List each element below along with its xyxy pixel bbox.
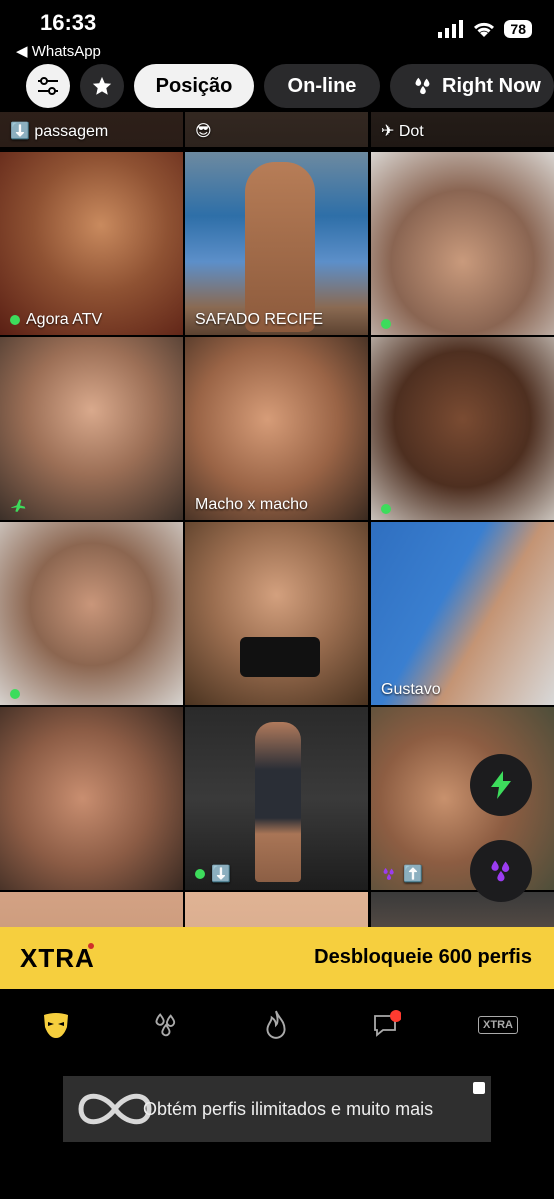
chat-icon xyxy=(374,1010,401,1037)
xtra-logo: XTRA xyxy=(20,943,95,973)
signal-icon xyxy=(438,20,464,38)
system-icons: 78 xyxy=(438,20,532,38)
profile-cell[interactable]: Agora ATV xyxy=(0,152,183,335)
xtra-tab-label: XTRA xyxy=(478,1016,518,1034)
profile-caption xyxy=(10,498,26,514)
profile-caption: Macho x macho xyxy=(195,496,308,514)
online-dot xyxy=(381,319,391,329)
profile-cell[interactable]: ⬇️ passagem xyxy=(0,112,183,147)
profile-caption xyxy=(381,504,391,514)
flame-icon xyxy=(266,1010,286,1039)
profile-cell[interactable] xyxy=(371,152,554,335)
ad-banner[interactable]: Obtém perfis ilimitados e muito mais xyxy=(63,1076,491,1142)
back-to-whatsapp-link[interactable]: ◀ WhatsApp xyxy=(16,42,101,60)
profile-cell[interactable] xyxy=(371,337,554,520)
xtra-upsell-banner[interactable]: XTRA Desbloqueie 600 perfis xyxy=(0,927,554,989)
drops-outline-icon xyxy=(155,1013,176,1037)
profile-name: Macho x macho xyxy=(195,496,308,513)
xtra-cta: Desbloqueie 600 perfis xyxy=(314,946,532,968)
profile-cell[interactable]: ⬇️ xyxy=(185,707,368,890)
profile-cell[interactable] xyxy=(0,337,183,520)
wifi-icon xyxy=(474,22,495,37)
filter-bar: Posição On-line Right Now xyxy=(0,62,554,112)
online-dot xyxy=(10,315,20,325)
profile-cell[interactable]: Macho x macho xyxy=(185,337,368,520)
profile-caption: Gustavo xyxy=(381,681,441,699)
filter-settings-button[interactable] xyxy=(26,64,70,108)
star-icon xyxy=(92,76,112,95)
profile-name: Agora ATV xyxy=(26,311,103,328)
profile-caption: ✈ Dot xyxy=(381,123,424,140)
sliders-icon xyxy=(38,77,58,95)
profile-cell[interactable] xyxy=(185,522,368,705)
lightning-icon xyxy=(491,771,511,799)
profile-name: SAFADO RECIFE xyxy=(195,311,324,328)
profile-cell[interactable]: ✈ Dot xyxy=(371,112,554,147)
profile-photo-figure xyxy=(255,722,301,882)
drops-icon xyxy=(383,868,394,880)
profile-status-badge: ⬇️ xyxy=(211,866,231,883)
profile-cell[interactable] xyxy=(0,522,183,705)
profile-cell[interactable] xyxy=(371,892,554,927)
grindr-mask-icon xyxy=(44,1013,68,1038)
profile-cell[interactable] xyxy=(185,892,368,927)
profile-photo-figure xyxy=(245,162,315,332)
tab-right-now[interactable] xyxy=(256,1005,296,1045)
filter-right-now-pill[interactable]: Right Now xyxy=(390,64,554,108)
drops-icon xyxy=(491,860,510,882)
ad-text: Obtém perfis ilimitados e muito mais xyxy=(143,1099,434,1119)
drops-icon xyxy=(415,77,430,95)
profile-photo-detail xyxy=(240,637,320,677)
plane-icon xyxy=(11,499,26,512)
profile-name: Gustavo xyxy=(381,681,441,698)
xtra-logo-dot xyxy=(88,943,94,949)
favorites-button[interactable] xyxy=(80,64,124,108)
right-now-label: Right Now xyxy=(442,74,541,97)
profile-caption: Agora ATV xyxy=(10,311,102,329)
profile-caption: 😎 xyxy=(195,123,212,140)
status-bar: 16:33 ◀ WhatsApp 78 xyxy=(0,0,554,62)
tab-xtra[interactable]: XTRA xyxy=(474,1005,522,1045)
profile-status-badge: ⬆️ xyxy=(403,866,423,883)
profile-cell[interactable]: Gustavo xyxy=(371,522,554,705)
profile-cell[interactable]: 😎 xyxy=(185,112,368,147)
battery-indicator: 78 xyxy=(504,20,532,38)
filter-online-pill[interactable]: On-line xyxy=(264,64,380,108)
profile-cell[interactable]: SAFADO RECIFE xyxy=(185,152,368,335)
right-now-button[interactable] xyxy=(470,840,532,902)
profile-cell[interactable] xyxy=(0,892,183,927)
clock: 16:33 xyxy=(40,10,97,35)
profile-cell[interactable] xyxy=(0,707,183,890)
filter-position-pill[interactable]: Posição xyxy=(134,64,254,108)
online-dot xyxy=(195,869,205,879)
profile-grid: ⬇️ passagem 😎 ✈ Dot Agora ATV SAFADO REC… xyxy=(0,112,554,927)
online-dot xyxy=(10,689,20,699)
profile-caption: ⬆️ xyxy=(381,864,423,884)
tab-interest[interactable] xyxy=(146,1005,186,1045)
profile-caption xyxy=(10,689,20,699)
tab-browse[interactable] xyxy=(36,1005,76,1045)
profile-caption: SAFADO RECIFE xyxy=(195,311,323,329)
bottom-tab-bar: XTRA xyxy=(0,989,554,1061)
profile-caption xyxy=(381,319,391,329)
boost-button[interactable] xyxy=(470,754,532,816)
profile-caption: ⬇️ xyxy=(195,864,231,884)
tab-messages[interactable] xyxy=(366,1005,406,1045)
ad-badge-icon xyxy=(473,1082,485,1094)
online-dot xyxy=(381,504,391,514)
profile-caption: ⬇️ passagem xyxy=(10,123,109,140)
